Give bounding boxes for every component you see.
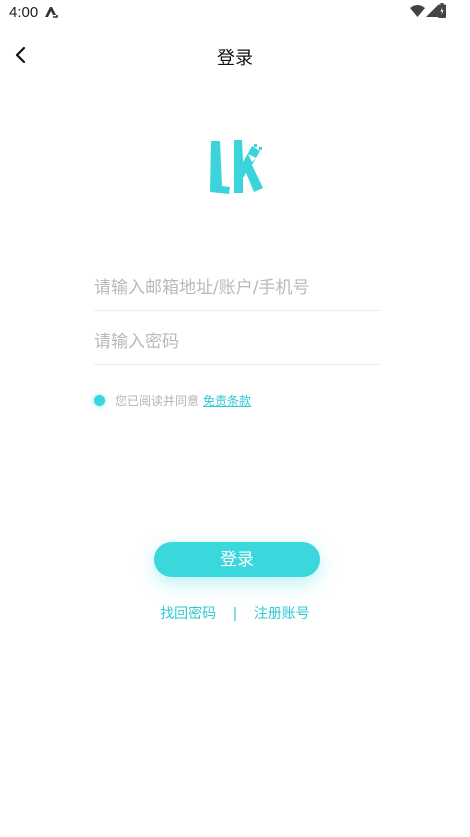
recover-password-link[interactable]: 找回密码 (160, 606, 216, 622)
account-field[interactable] (94, 266, 380, 311)
terms-link[interactable]: 免责条款 (203, 392, 251, 409)
password-field[interactable] (94, 320, 380, 365)
page-title: 登录 (217, 48, 253, 69)
battery-icon (438, 3, 446, 18)
app-logo-icon (210, 140, 263, 194)
account-links: 找回密码 | 注册账号 (0, 603, 470, 623)
login-button[interactable]: 登录 (154, 542, 320, 577)
links-separator: | (232, 606, 238, 622)
agreement-text: 您已阅读并同意 (115, 393, 200, 408)
password-input[interactable] (94, 320, 380, 364)
nav-bar: 登录 (0, 30, 470, 80)
account-input[interactable] (94, 266, 380, 310)
agreement-radio[interactable] (94, 394, 105, 406)
register-link[interactable]: 注册账号 (254, 606, 310, 622)
status-app-icon (45, 7, 58, 18)
signal-icon (426, 5, 438, 17)
agreement-row: 您已阅读并同意 免责条款 (94, 391, 251, 409)
status-time: 4:00 (9, 4, 39, 21)
status-bar: 4:00 (0, 0, 470, 26)
wifi-icon (410, 5, 425, 17)
